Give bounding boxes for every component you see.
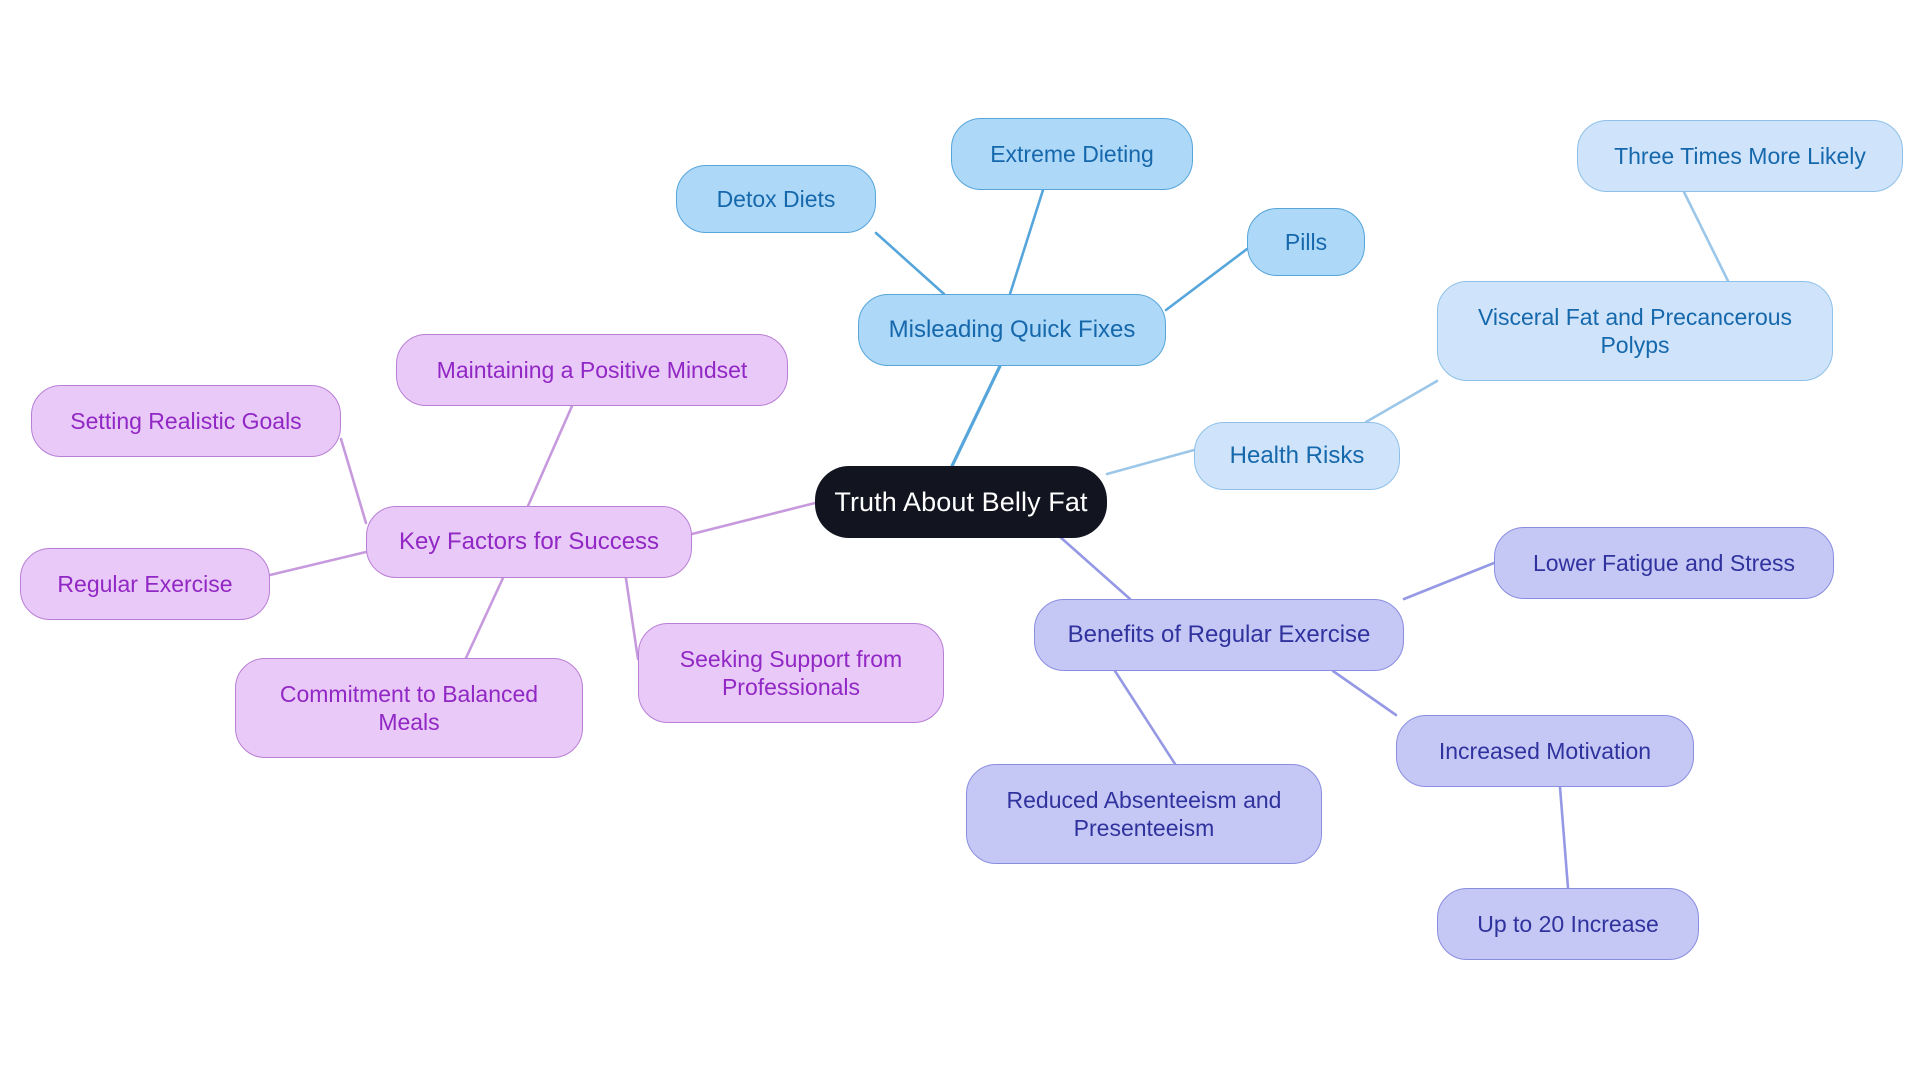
edge-misleading-quick-fixes-to-extreme-dieting (1008, 188, 1045, 296)
edge-benefits-to-reduced-absenteeism (1113, 669, 1177, 766)
node-label: Extreme Dieting (990, 140, 1154, 167)
node-label: Visceral Fat and Precancerous Polyps (1477, 303, 1793, 358)
node-label: Benefits of Regular Exercise (1067, 621, 1371, 649)
node-commitment-to-balanced-meals[interactable]: Commitment to Balanced Meals (235, 658, 583, 758)
node-label: Increased Motivation (1438, 737, 1652, 764)
node-label: Three Times More Likely (1614, 142, 1866, 169)
node-label: Pills (1284, 228, 1328, 255)
edge-increased-motivation-to-up-to-20-increase (1558, 785, 1570, 890)
edge-health-risks-to-three-times-more-likely (1682, 190, 1730, 283)
node-key-factors-for-success[interactable]: Key Factors for Success (366, 506, 692, 578)
edge-misleading-quick-fixes-to-pills (1164, 247, 1249, 312)
node-label: Up to 20 Increase (1477, 910, 1659, 937)
node-label: Reduced Absenteeism and Presenteeism (1006, 786, 1282, 841)
node-up-to-20-increase[interactable]: Up to 20 Increase (1437, 888, 1699, 960)
edge-misleading-quick-fixes-to-detox-diets (874, 231, 946, 296)
node-label: Misleading Quick Fixes (888, 316, 1136, 344)
edge-key-factors-to-setting-realistic-goals (339, 437, 368, 525)
node-regular-exercise[interactable]: Regular Exercise (20, 548, 270, 620)
node-health-risks[interactable]: Health Risks (1194, 422, 1400, 490)
edge-root-to-misleading-quick-fixes (950, 364, 1002, 468)
node-label: Regular Exercise (57, 570, 233, 597)
node-detox-diets[interactable]: Detox Diets (676, 165, 876, 233)
node-extreme-dieting[interactable]: Extreme Dieting (951, 118, 1193, 190)
edge-key-factors-to-regular-exercise (268, 550, 368, 577)
node-setting-realistic-goals[interactable]: Setting Realistic Goals (31, 385, 341, 457)
node-root[interactable]: Truth About Belly Fat (815, 466, 1107, 538)
node-visceral-fat-and-precancerous-polyps[interactable]: Visceral Fat and Precancerous Polyps (1437, 281, 1833, 381)
node-label: Commitment to Balanced Meals (279, 680, 539, 735)
node-label: Health Risks (1229, 442, 1365, 470)
node-label: Seeking Support from Professionals (679, 645, 903, 700)
edge-key-factors-to-commitment-to-balanced-meals (464, 576, 505, 660)
node-label: Maintaining a Positive Mindset (436, 356, 748, 383)
node-label: Setting Realistic Goals (70, 407, 302, 434)
node-three-times-more-likely[interactable]: Three Times More Likely (1577, 120, 1903, 192)
node-misleading-quick-fixes[interactable]: Misleading Quick Fixes (858, 294, 1166, 366)
node-label: Lower Fatigue and Stress (1532, 549, 1796, 576)
edge-benefits-to-lower-fatigue-and-stress (1402, 561, 1496, 601)
node-benefits-of-regular-exercise[interactable]: Benefits of Regular Exercise (1034, 599, 1404, 671)
node-pills[interactable]: Pills (1247, 208, 1365, 276)
node-increased-motivation[interactable]: Increased Motivation (1396, 715, 1694, 787)
node-reduced-absenteeism-and-presenteeism[interactable]: Reduced Absenteeism and Presenteeism (966, 764, 1322, 864)
node-lower-fatigue-and-stress[interactable]: Lower Fatigue and Stress (1494, 527, 1834, 599)
node-label: Detox Diets (716, 185, 836, 212)
edge-root-to-health-risks (1105, 448, 1196, 476)
node-maintaining-a-positive-mindset[interactable]: Maintaining a Positive Mindset (396, 334, 788, 406)
edge-health-risks-to-visceral-fat (1364, 379, 1439, 424)
edge-key-factors-to-maintaining-a-positive-mindset (526, 404, 574, 508)
node-label: Key Factors for Success (398, 528, 660, 556)
edge-root-to-key-factors-for-success (690, 501, 817, 536)
node-label: Truth About Belly Fat (834, 486, 1088, 517)
mindmap-canvas: Truth About Belly Fat Misleading Quick Fi… (0, 0, 1920, 1083)
node-seeking-support-from-professionals[interactable]: Seeking Support from Professionals (638, 623, 944, 723)
edge-key-factors-to-seeking-support (623, 570, 640, 661)
edge-benefits-to-increased-motivation (1331, 669, 1398, 717)
